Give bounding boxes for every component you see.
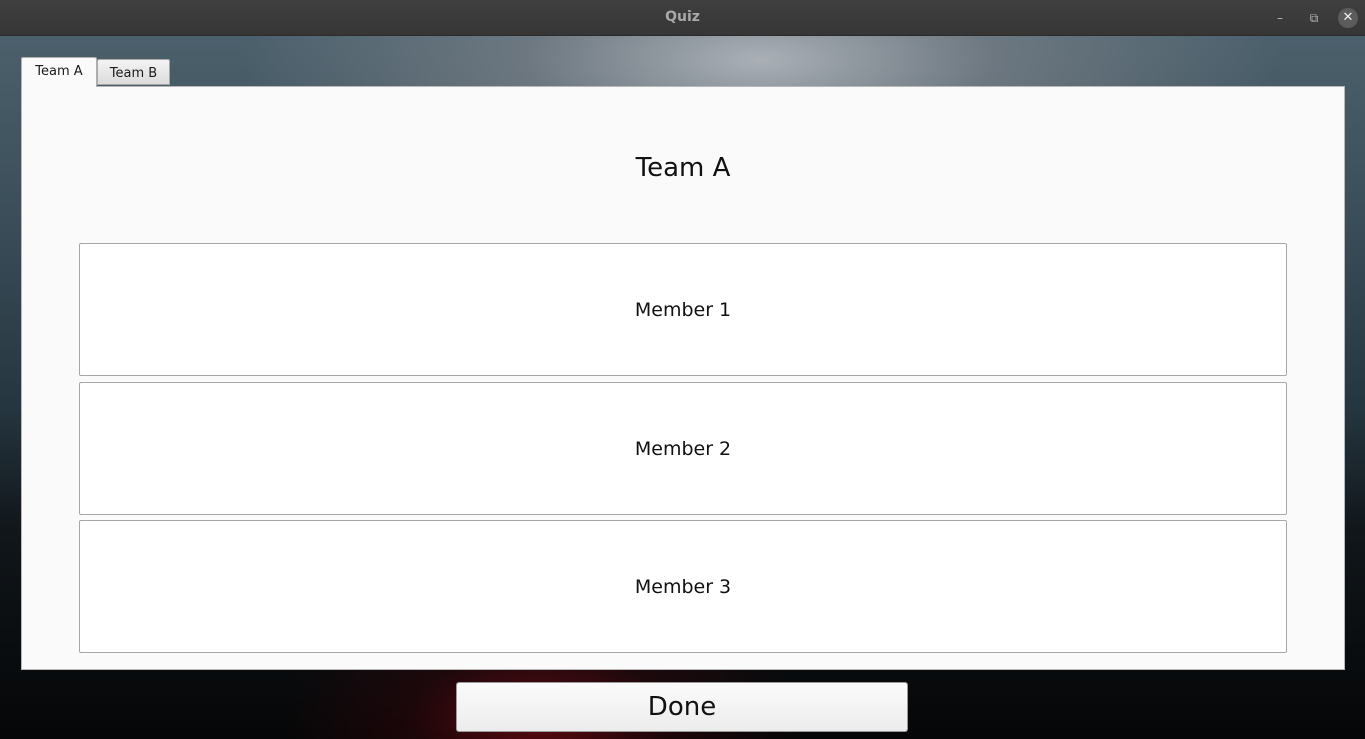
- team-panel: Team A Member 1 Member 2 Member 3: [21, 86, 1345, 670]
- team-heading: Team A: [635, 153, 731, 183]
- member-3-button[interactable]: Member 3: [79, 520, 1287, 653]
- maximize-icon[interactable]: ⧉: [1304, 8, 1324, 28]
- app-window: Quiz – ⧉ ✕ Team A Team B Team A Member 1…: [0, 0, 1365, 739]
- window-title: Quiz: [665, 9, 700, 25]
- member-1-button[interactable]: Member 1: [79, 243, 1287, 376]
- close-icon[interactable]: ✕: [1338, 8, 1358, 28]
- minimize-icon[interactable]: –: [1270, 8, 1290, 28]
- done-button[interactable]: Done: [456, 682, 908, 732]
- tab-team-a[interactable]: Team A: [21, 57, 97, 87]
- title-bar[interactable]: Quiz – ⧉ ✕: [0, 0, 1365, 36]
- tab-team-b[interactable]: Team B: [97, 59, 170, 85]
- member-2-button[interactable]: Member 2: [79, 382, 1287, 515]
